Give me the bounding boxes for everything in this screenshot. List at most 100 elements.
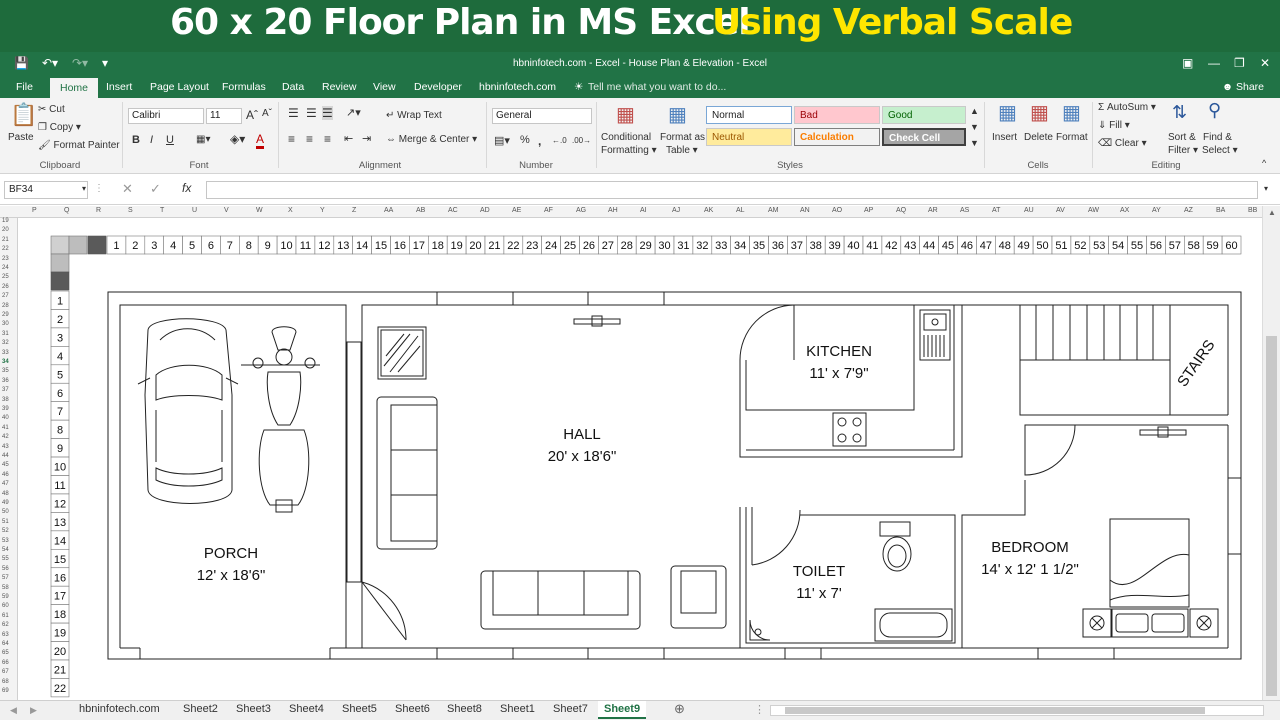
sheet-tab-sheet3[interactable]: Sheet3 (236, 703, 271, 715)
name-box[interactable]: BF34 (4, 181, 88, 199)
merge-center-button[interactable]: ⇔ Merge & Center ▾ (386, 134, 477, 145)
share-button[interactable]: ☻ Share (1222, 81, 1264, 93)
column-header[interactable]: V (224, 207, 229, 214)
style-bad[interactable]: Bad (794, 106, 880, 124)
row-header[interactable]: 69 (2, 688, 9, 694)
fill-button[interactable]: ⇓ Fill ▾ (1098, 120, 1130, 131)
tab-file[interactable]: File (16, 81, 33, 93)
row-header[interactable]: 36 (2, 378, 9, 384)
sheet-tab-sheet5[interactable]: Sheet5 (342, 703, 377, 715)
column-header[interactable]: AU (1024, 207, 1034, 214)
grow-font-icon[interactable]: Aˆ (246, 108, 258, 122)
sheet-tab-sheet8[interactable]: Sheet8 (447, 703, 482, 715)
align-left-icon[interactable]: ≡ (288, 132, 295, 146)
column-header[interactable]: AJ (672, 207, 680, 214)
find-select-label-2[interactable]: Select ▾ (1202, 145, 1238, 156)
row-header[interactable]: 52 (2, 528, 9, 534)
row-header[interactable]: 45 (2, 462, 9, 468)
sort-filter-label-2[interactable]: Filter ▾ (1168, 145, 1198, 156)
number-format-select[interactable]: General (492, 108, 592, 124)
column-header[interactable]: AV (1056, 207, 1065, 214)
row-header[interactable]: 55 (2, 556, 9, 562)
row-header[interactable]: 46 (2, 472, 9, 478)
align-top-icon[interactable]: ☰ (288, 106, 299, 120)
conditional-formatting-label-2[interactable]: Formatting ▾ (601, 145, 657, 156)
delete-cells-button[interactable]: Delete (1024, 132, 1053, 143)
clear-button[interactable]: ⌫ Clear ▾ (1098, 138, 1147, 149)
tab-insert[interactable]: Insert (106, 81, 132, 93)
row-header[interactable]: 65 (2, 650, 9, 656)
column-header[interactable]: AA (384, 207, 393, 214)
copy-button[interactable]: ❐ Copy ▾ (38, 122, 81, 133)
row-header[interactable]: 54 (2, 547, 9, 553)
comma-button[interactable]: , (538, 134, 541, 148)
align-center-icon[interactable]: ≡ (306, 132, 313, 146)
font-name-select[interactable]: Calibri (128, 108, 204, 124)
column-header[interactable]: W (256, 207, 263, 214)
scroll-tabs-right-icon[interactable]: ▶ (30, 705, 37, 716)
row-header[interactable]: 33 (2, 350, 9, 356)
row-header[interactable]: 32 (2, 340, 9, 346)
currency-icon[interactable]: ▤▾ (494, 134, 510, 147)
column-header[interactable]: AP (864, 207, 873, 214)
row-header[interactable]: 38 (2, 397, 9, 403)
sheet-tab-hbninfotech[interactable]: hbninfotech.com (79, 703, 160, 715)
row-header[interactable]: 53 (2, 538, 9, 544)
style-calculation[interactable]: Calculation (794, 128, 880, 146)
column-header[interactable]: X (288, 207, 293, 214)
enter-icon[interactable]: ✓ (150, 181, 161, 197)
new-sheet-icon[interactable]: ⊕ (674, 701, 685, 717)
row-header[interactable]: 28 (2, 303, 9, 309)
indent-decrease-icon[interactable]: ⇤ (344, 132, 353, 145)
column-header[interactable]: AI (640, 207, 647, 214)
borders-icon[interactable]: ▦▾ (196, 134, 210, 145)
format-as-table-label[interactable]: Format as (660, 132, 705, 143)
fill-color-icon[interactable]: ◈▾ (230, 132, 245, 146)
sheet-tab-sheet9[interactable]: Sheet9 (598, 701, 647, 719)
row-header[interactable]: 19 (2, 218, 9, 224)
align-middle-icon[interactable]: ☰ (306, 106, 317, 120)
row-header[interactable]: 25 (2, 274, 9, 280)
styles-scroll-up-icon[interactable]: ▲ (970, 106, 979, 116)
scroll-tabs-left-icon[interactable]: ◀ (10, 705, 17, 716)
style-check-cell[interactable]: Check Cell (882, 128, 966, 146)
tab-home[interactable]: Home (50, 78, 99, 98)
column-header[interactable]: S (128, 207, 133, 214)
increase-decimal-button[interactable]: ←.0 (552, 136, 567, 145)
row-header[interactable]: 56 (2, 566, 9, 572)
row-header[interactable]: 30 (2, 321, 9, 327)
scroll-thumb[interactable] (1266, 336, 1277, 696)
row-header[interactable]: 23 (2, 256, 9, 262)
column-header[interactable]: AB (416, 207, 425, 214)
row-header[interactable]: 62 (2, 622, 9, 628)
column-header[interactable]: AW (1088, 207, 1099, 214)
column-header[interactable]: T (160, 207, 164, 214)
scroll-up-icon[interactable]: ▲ (1268, 208, 1276, 217)
cut-button[interactable]: ✂ Cut (38, 104, 65, 115)
row-header[interactable]: 24 (2, 265, 9, 271)
formula-input[interactable] (206, 181, 1258, 199)
column-header[interactable]: Z (352, 207, 356, 214)
format-painter-button[interactable]: 🖌 Format Painter (38, 140, 120, 151)
font-size-select[interactable]: 11 (206, 108, 242, 124)
row-header[interactable]: 29 (2, 312, 9, 318)
column-header[interactable]: AY (1152, 207, 1161, 214)
worksheet-grid[interactable]: 1 2 3 4 5 6 7 8 9 10 11 12 13 14 15 16 17 18 19 20 21 22 23 24 2… (18, 218, 1262, 700)
row-header[interactable]: 59 (2, 594, 9, 600)
name-box-dropdown-icon[interactable]: ▾ (82, 184, 86, 193)
column-header[interactable]: U (192, 207, 197, 214)
row-header[interactable]: 39 (2, 406, 9, 412)
tell-me-input[interactable]: Tell me what you want to do... (588, 81, 726, 93)
row-header[interactable]: 37 (2, 387, 9, 393)
column-header[interactable]: AZ (1184, 207, 1193, 214)
row-header[interactable]: 41 (2, 425, 9, 431)
delete-cells-icon[interactable]: ▦ (1030, 100, 1049, 125)
column-header[interactable]: AX (1120, 207, 1129, 214)
bold-button[interactable]: B (132, 134, 140, 146)
column-header[interactable]: AS (960, 207, 969, 214)
column-header[interactable]: AD (480, 207, 490, 214)
column-header[interactable]: AC (448, 207, 458, 214)
insert-cells-button[interactable]: Insert (992, 132, 1017, 143)
format-as-table-label-2[interactable]: Table ▾ (666, 145, 698, 156)
tab-view[interactable]: View (373, 81, 396, 93)
